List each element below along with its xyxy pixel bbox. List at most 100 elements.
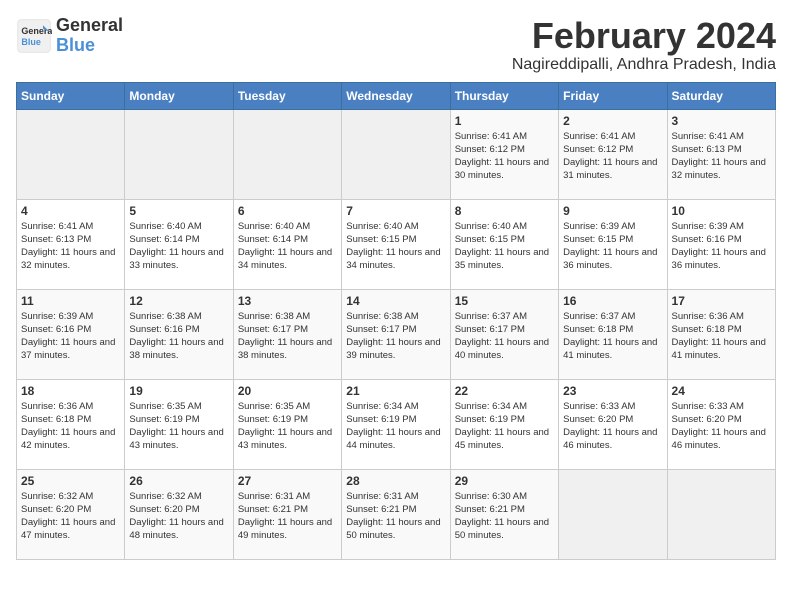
calendar-cell: 3 Sunrise: 6:41 AM Sunset: 6:13 PM Dayli… — [667, 109, 775, 199]
calendar-cell: 17 Sunrise: 6:36 AM Sunset: 6:18 PM Dayl… — [667, 289, 775, 379]
day-info: Sunrise: 6:38 AM Sunset: 6:17 PM Dayligh… — [238, 310, 337, 363]
header-day-thursday: Thursday — [450, 82, 558, 109]
title-area: February 2024 Nagireddipalli, Andhra Pra… — [512, 16, 776, 74]
sunset-text: Sunset: 6:20 PM — [21, 504, 91, 515]
location-title: Nagireddipalli, Andhra Pradesh, India — [512, 56, 776, 74]
sunrise-text: Sunrise: 6:40 AM — [238, 221, 310, 232]
calendar-cell: 22 Sunrise: 6:34 AM Sunset: 6:19 PM Dayl… — [450, 379, 558, 469]
day-number: 26 — [129, 474, 228, 488]
calendar-cell: 4 Sunrise: 6:41 AM Sunset: 6:13 PM Dayli… — [17, 199, 125, 289]
day-info: Sunrise: 6:33 AM Sunset: 6:20 PM Dayligh… — [563, 400, 662, 453]
calendar-table: SundayMondayTuesdayWednesdayThursdayFrid… — [16, 82, 776, 560]
day-info: Sunrise: 6:36 AM Sunset: 6:18 PM Dayligh… — [672, 310, 771, 363]
logo-icon: General Blue — [16, 18, 52, 54]
sunset-text: Sunset: 6:20 PM — [129, 504, 199, 515]
sunrise-text: Sunrise: 6:41 AM — [672, 131, 744, 142]
calendar-cell: 11 Sunrise: 6:39 AM Sunset: 6:16 PM Dayl… — [17, 289, 125, 379]
day-info: Sunrise: 6:40 AM Sunset: 6:15 PM Dayligh… — [346, 220, 445, 273]
daylight-text: Daylight: 11 hours and 30 minutes. — [455, 157, 549, 181]
sunrise-text: Sunrise: 6:40 AM — [129, 221, 201, 232]
daylight-text: Daylight: 11 hours and 38 minutes. — [238, 337, 332, 361]
day-number: 13 — [238, 294, 337, 308]
calendar-cell — [559, 469, 667, 559]
calendar-cell: 8 Sunrise: 6:40 AM Sunset: 6:15 PM Dayli… — [450, 199, 558, 289]
sunrise-text: Sunrise: 6:33 AM — [563, 401, 635, 412]
daylight-text: Daylight: 11 hours and 49 minutes. — [238, 517, 332, 541]
sunrise-text: Sunrise: 6:36 AM — [21, 401, 93, 412]
sunrise-text: Sunrise: 6:41 AM — [563, 131, 635, 142]
day-number: 14 — [346, 294, 445, 308]
sunrise-text: Sunrise: 6:40 AM — [455, 221, 527, 232]
sunset-text: Sunset: 6:17 PM — [346, 324, 416, 335]
daylight-text: Daylight: 11 hours and 43 minutes. — [238, 427, 332, 451]
day-number: 15 — [455, 294, 554, 308]
daylight-text: Daylight: 11 hours and 43 minutes. — [129, 427, 223, 451]
sunrise-text: Sunrise: 6:33 AM — [672, 401, 744, 412]
sunrise-text: Sunrise: 6:38 AM — [238, 311, 310, 322]
calendar-cell: 24 Sunrise: 6:33 AM Sunset: 6:20 PM Dayl… — [667, 379, 775, 469]
week-row-4: 18 Sunrise: 6:36 AM Sunset: 6:18 PM Dayl… — [17, 379, 776, 469]
sunrise-text: Sunrise: 6:32 AM — [21, 491, 93, 502]
daylight-text: Daylight: 11 hours and 39 minutes. — [346, 337, 440, 361]
daylight-text: Daylight: 11 hours and 36 minutes. — [563, 247, 657, 271]
day-number: 23 — [563, 384, 662, 398]
daylight-text: Daylight: 11 hours and 41 minutes. — [672, 337, 766, 361]
calendar-cell: 14 Sunrise: 6:38 AM Sunset: 6:17 PM Dayl… — [342, 289, 450, 379]
daylight-text: Daylight: 11 hours and 32 minutes. — [672, 157, 766, 181]
sunrise-text: Sunrise: 6:40 AM — [346, 221, 418, 232]
day-number: 25 — [21, 474, 120, 488]
sunset-text: Sunset: 6:16 PM — [21, 324, 91, 335]
svg-text:General: General — [21, 26, 52, 36]
day-number: 28 — [346, 474, 445, 488]
calendar-header: SundayMondayTuesdayWednesdayThursdayFrid… — [17, 82, 776, 109]
sunset-text: Sunset: 6:16 PM — [129, 324, 199, 335]
day-info: Sunrise: 6:39 AM Sunset: 6:15 PM Dayligh… — [563, 220, 662, 273]
calendar-cell: 28 Sunrise: 6:31 AM Sunset: 6:21 PM Dayl… — [342, 469, 450, 559]
day-number: 22 — [455, 384, 554, 398]
day-info: Sunrise: 6:40 AM Sunset: 6:15 PM Dayligh… — [455, 220, 554, 273]
month-title: February 2024 — [512, 16, 776, 56]
header-day-wednesday: Wednesday — [342, 82, 450, 109]
calendar-cell: 10 Sunrise: 6:39 AM Sunset: 6:16 PM Dayl… — [667, 199, 775, 289]
day-number: 4 — [21, 204, 120, 218]
calendar-cell — [233, 109, 341, 199]
sunrise-text: Sunrise: 6:32 AM — [129, 491, 201, 502]
week-row-3: 11 Sunrise: 6:39 AM Sunset: 6:16 PM Dayl… — [17, 289, 776, 379]
daylight-text: Daylight: 11 hours and 34 minutes. — [346, 247, 440, 271]
day-info: Sunrise: 6:39 AM Sunset: 6:16 PM Dayligh… — [21, 310, 120, 363]
header-row: SundayMondayTuesdayWednesdayThursdayFrid… — [17, 82, 776, 109]
day-info: Sunrise: 6:37 AM Sunset: 6:17 PM Dayligh… — [455, 310, 554, 363]
header-day-friday: Friday — [559, 82, 667, 109]
day-info: Sunrise: 6:36 AM Sunset: 6:18 PM Dayligh… — [21, 400, 120, 453]
daylight-text: Daylight: 11 hours and 34 minutes. — [238, 247, 332, 271]
daylight-text: Daylight: 11 hours and 35 minutes. — [455, 247, 549, 271]
day-number: 6 — [238, 204, 337, 218]
calendar-cell: 26 Sunrise: 6:32 AM Sunset: 6:20 PM Dayl… — [125, 469, 233, 559]
sunrise-text: Sunrise: 6:37 AM — [563, 311, 635, 322]
header-day-sunday: Sunday — [17, 82, 125, 109]
daylight-text: Daylight: 11 hours and 37 minutes. — [21, 337, 115, 361]
sunrise-text: Sunrise: 6:34 AM — [455, 401, 527, 412]
daylight-text: Daylight: 11 hours and 44 minutes. — [346, 427, 440, 451]
daylight-text: Daylight: 11 hours and 48 minutes. — [129, 517, 223, 541]
sunset-text: Sunset: 6:14 PM — [238, 234, 308, 245]
sunset-text: Sunset: 6:18 PM — [563, 324, 633, 335]
sunrise-text: Sunrise: 6:41 AM — [455, 131, 527, 142]
sunset-text: Sunset: 6:17 PM — [238, 324, 308, 335]
sunset-text: Sunset: 6:21 PM — [455, 504, 525, 515]
day-number: 20 — [238, 384, 337, 398]
day-info: Sunrise: 6:31 AM Sunset: 6:21 PM Dayligh… — [238, 490, 337, 543]
day-number: 10 — [672, 204, 771, 218]
calendar-body: 1 Sunrise: 6:41 AM Sunset: 6:12 PM Dayli… — [17, 109, 776, 559]
sunset-text: Sunset: 6:16 PM — [672, 234, 742, 245]
day-info: Sunrise: 6:30 AM Sunset: 6:21 PM Dayligh… — [455, 490, 554, 543]
sunrise-text: Sunrise: 6:35 AM — [238, 401, 310, 412]
day-number: 9 — [563, 204, 662, 218]
day-number: 8 — [455, 204, 554, 218]
calendar-cell: 7 Sunrise: 6:40 AM Sunset: 6:15 PM Dayli… — [342, 199, 450, 289]
sunrise-text: Sunrise: 6:39 AM — [21, 311, 93, 322]
header-day-saturday: Saturday — [667, 82, 775, 109]
day-number: 17 — [672, 294, 771, 308]
day-info: Sunrise: 6:40 AM Sunset: 6:14 PM Dayligh… — [129, 220, 228, 273]
sunset-text: Sunset: 6:12 PM — [455, 144, 525, 155]
